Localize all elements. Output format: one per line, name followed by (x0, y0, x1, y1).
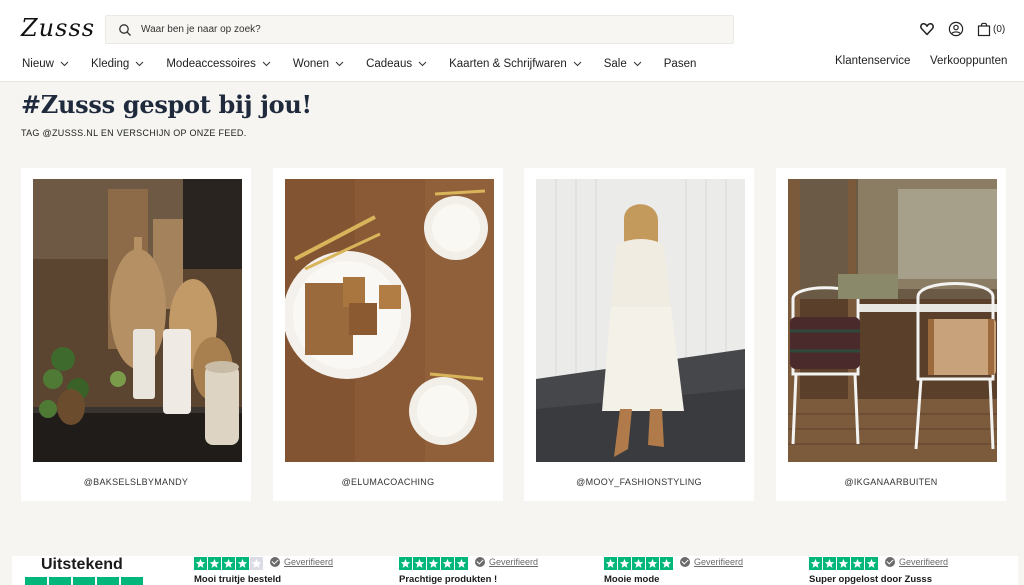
verified-badge: Geverifieerd (475, 557, 538, 567)
review-card[interactable]: Geverifieerd Mooi truitje besteld (194, 556, 394, 585)
chevron-down-icon (573, 61, 582, 67)
star-icon (646, 557, 659, 570)
review-stars (194, 557, 264, 570)
star-icon (441, 557, 454, 570)
verified-check-icon (680, 557, 690, 567)
review-title: Mooi truitje besteld (194, 574, 282, 585)
post-photo-fashion (536, 179, 745, 462)
post-photo-terrace (788, 179, 997, 462)
chevron-down-icon (262, 61, 271, 67)
nav-item-wonen[interactable]: Wonen (293, 55, 344, 73)
nav-item-label: Kaarten & Schrijfwaren (449, 58, 567, 70)
star-icon (837, 557, 850, 570)
site-header: Zusss (0) Nieuw Kleding Modeaccessoires (0, 0, 1024, 82)
account-user-icon[interactable] (948, 21, 964, 37)
star-icon (222, 557, 235, 570)
star-icon (413, 557, 426, 570)
rating-label: Uitstekend (41, 556, 123, 573)
nav-item-label: Cadeaus (366, 58, 413, 70)
chevron-down-icon (335, 61, 344, 67)
star-icon (823, 557, 836, 570)
site-logo[interactable]: Zusss (21, 14, 95, 42)
chevron-down-icon (60, 61, 69, 67)
review-card[interactable]: Geverifieerd Mooie mode (604, 556, 804, 585)
verified-check-icon (885, 557, 895, 567)
overall-rating-stars (25, 577, 145, 585)
post-handle[interactable]: @BAKSELSLBYMANDY (21, 477, 251, 487)
search-input[interactable] (141, 16, 721, 43)
nav-item-kaarten-schrijfwaren[interactable]: Kaarten & Schrijfwaren (449, 55, 582, 73)
star-icon (604, 557, 617, 570)
review-stars (604, 557, 674, 570)
wishlist-heart-icon[interactable] (919, 21, 935, 37)
star-icon (194, 557, 207, 570)
nav-item-pasen[interactable]: Pasen (664, 55, 697, 73)
nav-item-label: Kleding (90, 58, 130, 70)
star-icon (618, 557, 631, 570)
feed-post-card[interactable]: @BAKSELSLBYMANDY (21, 168, 251, 501)
cart-count[interactable]: (0) (993, 24, 1005, 35)
verified-check-icon (475, 557, 485, 567)
feed-post-card[interactable]: @ELUMACOACHING (273, 168, 503, 501)
nav-item-cadeaus[interactable]: Cadeaus (366, 55, 427, 73)
star-icon (632, 557, 645, 570)
nav-item-label: Pasen (663, 58, 697, 70)
review-title: Mooie mode (604, 574, 660, 585)
nav-item-label: Wonen (292, 58, 330, 70)
nav-item-modeaccessoires[interactable]: Modeaccessoires (166, 55, 271, 73)
star-icon (236, 557, 249, 570)
page-title: #Zusss gespot bij jou! (21, 90, 312, 119)
post-photo-cutting-boards (33, 179, 242, 462)
nav-item-label: Nieuw (22, 58, 54, 70)
feed-post-card[interactable]: @IKGANAARBUITEN (776, 168, 1006, 501)
verified-badge: Geverifieerd (885, 557, 948, 567)
review-stars (399, 557, 469, 570)
post-handle[interactable]: @ELUMACOACHING (273, 477, 503, 487)
verkooppunten-link[interactable]: Verkooppunten (930, 55, 1007, 67)
review-card[interactable]: Geverifieerd Prachtige produkten ! (399, 556, 599, 585)
review-stars (809, 557, 879, 570)
star-icon (865, 557, 878, 570)
page-subtitle: TAG @ZUSSS.NL EN VERSCHIJN OP ONZE FEED. (21, 128, 247, 138)
verified-badge: Geverifieerd (270, 557, 333, 567)
post-handle[interactable]: @IKGANAARBUITEN (776, 477, 1006, 487)
search-bar[interactable] (105, 15, 734, 44)
chevron-down-icon (418, 61, 427, 67)
nav-item-nieuw[interactable]: Nieuw (22, 55, 69, 73)
star-icon (660, 557, 673, 570)
chevron-down-icon (135, 61, 144, 67)
verified-badge: Geverifieerd (680, 557, 743, 567)
nav-item-label: Modeaccessoires (166, 58, 256, 70)
shopping-bag-icon[interactable] (976, 21, 992, 37)
verified-check-icon (270, 557, 280, 567)
post-photo-table-food (285, 179, 494, 462)
klantenservice-link[interactable]: Klantenservice (835, 55, 910, 67)
main-navigation: Nieuw Kleding Modeaccessoires Wonen Cade… (22, 55, 718, 73)
feed-post-card[interactable]: @MOOY_FASHIONSTYLING (524, 168, 754, 501)
star-icon (208, 557, 221, 570)
nav-item-sale[interactable]: Sale (604, 55, 642, 73)
star-icon (399, 557, 412, 570)
star-icon (250, 557, 263, 570)
star-icon (427, 557, 440, 570)
nav-item-kleding[interactable]: Kleding (91, 55, 144, 73)
review-title: Super opgelost door Zusss (809, 574, 932, 585)
chevron-down-icon (633, 61, 642, 67)
star-icon (455, 557, 468, 570)
star-icon (809, 557, 822, 570)
review-card[interactable]: Geverifieerd Super opgelost door Zusss (809, 556, 1009, 585)
trustpilot-reviews-widget: Uitstekend Geverifieerd Mooi truitje bes… (12, 556, 1018, 585)
review-title: Prachtige produkten ! (399, 574, 498, 585)
star-icon (851, 557, 864, 570)
post-handle[interactable]: @MOOY_FASHIONSTYLING (524, 477, 754, 487)
nav-item-label: Sale (603, 58, 627, 70)
search-icon (119, 24, 131, 36)
